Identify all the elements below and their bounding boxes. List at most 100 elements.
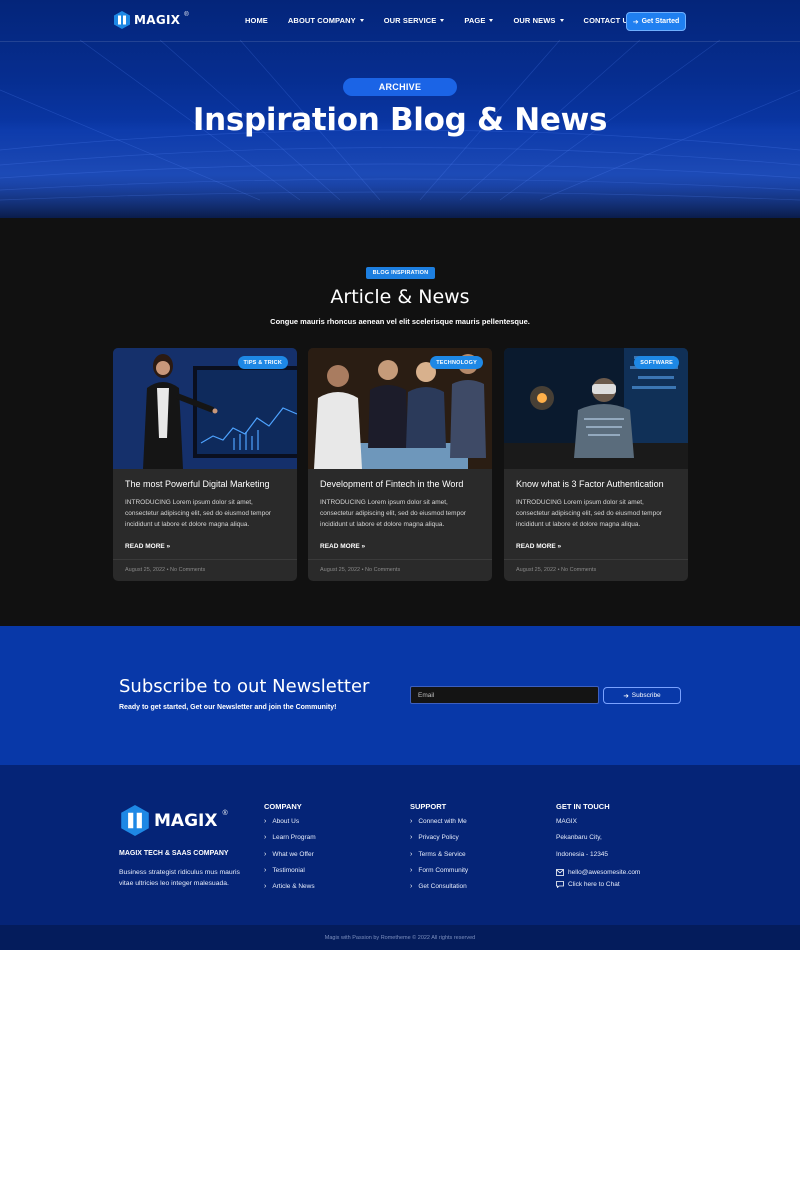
article-meta: August 25, 2022 • No Comments xyxy=(320,567,401,573)
link-label: Privacy Policy xyxy=(418,834,459,842)
company-description: Business strategist ridiculus mus mauris… xyxy=(119,869,240,887)
subscribe-button[interactable]: ➔ Subscribe xyxy=(603,687,681,704)
chevron-right-icon: › xyxy=(410,818,413,825)
menu-our-news[interactable]: OUR NEWS xyxy=(513,16,564,25)
footer-link[interactable]: › About Us xyxy=(264,818,316,834)
top-navigation: MAGIX ® HOME ABOUT COMPANY OUR SERVICE P… xyxy=(0,0,800,42)
column-heading: SUPPORT xyxy=(410,802,447,811)
article-title[interactable]: Development of Fintech in the Word xyxy=(320,479,463,489)
menu-our-service[interactable]: OUR SERVICE xyxy=(384,16,445,25)
chevron-right-icon: › xyxy=(410,883,413,891)
article-title[interactable]: Know what is 3 Factor Authentication xyxy=(516,479,664,489)
email-text: hello@awesomesite.com xyxy=(568,869,641,877)
footer-link[interactable]: › Learn Program xyxy=(264,834,316,850)
page-title: Inspiration Blog & News xyxy=(192,102,608,138)
menu-page[interactable]: PAGE xyxy=(464,16,494,25)
menu-about-company[interactable]: ABOUT COMPANY xyxy=(288,16,364,25)
footer-link[interactable]: › Testimonial xyxy=(264,867,316,883)
newsletter-title: Subscribe to out Newsletter xyxy=(119,676,370,697)
registered-mark: ® xyxy=(222,810,228,817)
registered-mark: ® xyxy=(184,12,189,18)
column-heading: GET IN TOUCH xyxy=(556,802,610,811)
category-badge[interactable]: TECHNOLOGY xyxy=(430,356,483,369)
arrow-right-icon: ➔ xyxy=(632,18,639,26)
link-label: Terms & Service xyxy=(418,850,466,858)
newsletter-section: Subscribe to out Newsletter Ready to get… xyxy=(0,626,800,765)
read-more-link[interactable]: READ MORE » xyxy=(125,543,170,550)
menu-home[interactable]: HOME xyxy=(245,16,268,25)
menu-label: OUR SERVICE xyxy=(383,16,437,25)
footer-link[interactable]: › Form Community xyxy=(410,867,468,883)
article-card[interactable]: SOFTWARE Know what is 3 Factor Authentic… xyxy=(504,348,688,581)
chevron-right-icon: › xyxy=(410,866,413,874)
chevron-right-icon: › xyxy=(264,818,267,825)
link-label: Article & News xyxy=(272,883,315,891)
article-card[interactable]: TIPS & TRICK The most Powerful Digital M… xyxy=(113,348,297,581)
arrow-right-icon: ➔ xyxy=(623,692,629,700)
category-badge[interactable]: TIPS & TRICK xyxy=(237,356,288,369)
column-heading: COMPANY xyxy=(264,802,302,811)
caret-down-icon xyxy=(359,19,364,22)
card-divider xyxy=(113,559,297,560)
chevron-right-icon: › xyxy=(410,834,413,842)
chevron-right-icon: › xyxy=(264,834,267,842)
contact-line: MAGIX xyxy=(556,818,577,825)
footer-link[interactable]: › What we Offer xyxy=(264,851,316,867)
footer-link[interactable]: › Article & News xyxy=(264,883,316,899)
copyright-bar: Magix with Passion by Rometheme © 2022 A… xyxy=(0,925,800,950)
link-label: Learn Program xyxy=(272,834,316,842)
menu-label: PAGE xyxy=(464,16,486,25)
main-menu: HOME ABOUT COMPANY OUR SERVICE PAGE OUR … xyxy=(245,16,653,25)
article-card[interactable]: TECHNOLOGY Development of Fintech in the… xyxy=(308,348,492,581)
read-more-link[interactable]: READ MORE » xyxy=(320,543,365,550)
footer-company-column: COMPANY › About Us › Learn Program › What w… xyxy=(264,802,316,899)
section-subtitle: Congue mauris rhoncus aenean vel elit sc… xyxy=(270,317,530,326)
newsletter-subtitle: Ready to get started, Get our Newsletter… xyxy=(119,704,337,711)
articles-section: BLOG INSPIRATION Article & News Congue m… xyxy=(0,218,800,626)
footer-link[interactable]: › Privacy Policy xyxy=(410,834,468,850)
section-tag: BLOG INSPIRATION xyxy=(366,267,435,279)
card-divider xyxy=(308,559,492,560)
footer-link[interactable]: › Terms & Service xyxy=(410,851,468,867)
category-badge[interactable]: SOFTWARE xyxy=(634,356,679,369)
email-input[interactable]: Email xyxy=(410,686,599,704)
link-label: Testimonial xyxy=(272,866,305,874)
chat-bubble-icon xyxy=(556,881,564,889)
link-label: Get Consultation xyxy=(418,883,467,891)
contact-chat[interactable]: Click here to Chat xyxy=(556,879,640,891)
link-label: Connect with Me xyxy=(418,818,467,825)
article-excerpt: INTRODUCING Lorem ipsum dolor sit amet, … xyxy=(320,499,466,528)
archive-pill: ARCHIVE xyxy=(343,78,457,96)
card-divider xyxy=(504,559,688,560)
chevron-right-icon: › xyxy=(264,866,267,874)
menu-label: HOME xyxy=(245,16,268,25)
link-label: About Us xyxy=(272,818,300,825)
chat-text: Click here to Chat xyxy=(568,881,620,889)
envelope-icon xyxy=(556,869,564,877)
logo-text: MAGIX xyxy=(134,13,181,27)
article-excerpt: INTRODUCING Lorem ipsum dolor sit amet, … xyxy=(125,499,271,528)
link-label: What we Offer xyxy=(272,850,314,858)
section-title: Article & News xyxy=(330,286,470,308)
get-started-label: Get Started xyxy=(641,18,680,25)
company-name: MAGIX TECH & SAAS COMPANY xyxy=(119,850,229,857)
footer-support-column: SUPPORT › Connect with Me › Privacy Policy… xyxy=(410,802,468,899)
chevron-right-icon: › xyxy=(410,850,413,858)
logo-text: MAGIX xyxy=(154,810,218,831)
hero-section: MAGIX ® HOME ABOUT COMPANY OUR SERVICE P… xyxy=(0,0,800,218)
get-started-button[interactable]: ➔ Get Started xyxy=(626,12,686,31)
footer-link[interactable]: › Get Consultation xyxy=(410,883,468,899)
article-meta: August 25, 2022 • No Comments xyxy=(516,567,597,573)
caret-down-icon xyxy=(440,19,445,22)
read-more-link[interactable]: READ MORE » xyxy=(516,543,561,550)
footer-logo[interactable]: MAGIX ® xyxy=(121,805,228,836)
footer-contact-column: GET IN TOUCH MAGIX Pekanbaru City, Indon… xyxy=(556,802,640,891)
chevron-right-icon: › xyxy=(264,883,267,891)
footer-link[interactable]: › Connect with Me xyxy=(410,818,468,834)
caret-down-icon xyxy=(489,19,494,22)
contact-email[interactable]: hello@awesomesite.com xyxy=(556,867,640,879)
article-title[interactable]: The most Powerful Digital Marketing xyxy=(125,479,270,489)
contact-line: Pekanbaru City, xyxy=(556,834,602,842)
logo[interactable]: MAGIX ® xyxy=(114,11,189,29)
subscribe-label: Subscribe xyxy=(631,692,661,699)
